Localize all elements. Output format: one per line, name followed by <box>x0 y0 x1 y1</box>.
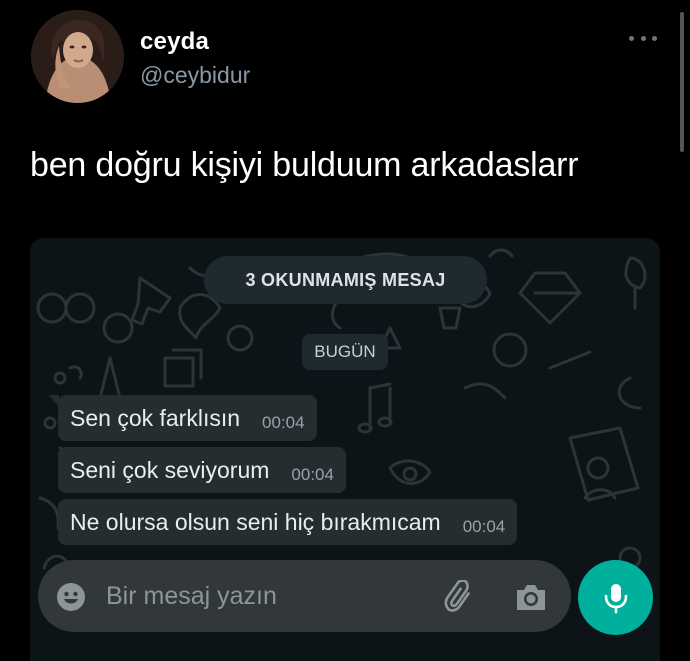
message-bubble[interactable]: Seni çok seviyorum 00:04 <box>58 447 346 493</box>
message-bubble[interactable]: Ne olursa olsun seni hiç bırakmıcam 00:0… <box>58 499 518 545</box>
chat-screenshot[interactable]: 3 OKUNMAMIŞ MESAJ BUGÜN Sen çok farklısı… <box>30 238 660 661</box>
message-time: 00:04 <box>462 517 506 536</box>
message-text: Sen çok farklısın <box>70 404 241 431</box>
paperclip-icon[interactable] <box>443 580 477 614</box>
scrollbar[interactable] <box>680 12 684 152</box>
avatar[interactable] <box>31 10 124 103</box>
mic-button[interactable] <box>578 560 653 635</box>
unread-messages-banner: 3 OKUNMAMIŞ MESAJ <box>204 256 487 304</box>
microphone-icon <box>604 583 627 613</box>
message-text: Ne olursa olsun seni hiç bırakmıcam <box>70 508 441 535</box>
message-time: 00:04 <box>262 413 305 432</box>
display-name[interactable]: ceyda <box>140 28 209 56</box>
emoji-icon[interactable] <box>56 582 86 612</box>
message-text: Seni çok seviyorum <box>70 456 270 483</box>
tweet-text: ben doğru kişiyi bulduum arkadaslarr <box>30 146 579 184</box>
message-time: 00:04 <box>291 465 334 484</box>
date-divider: BUGÜN <box>302 334 388 370</box>
message-composer[interactable] <box>38 560 571 632</box>
profile-photo-icon <box>31 10 124 103</box>
user-handle[interactable]: @ceybidur <box>140 62 250 89</box>
camera-icon[interactable] <box>514 582 548 612</box>
message-input[interactable] <box>106 576 426 616</box>
message-bubble[interactable]: Sen çok farklısın 00:04 <box>49 395 317 441</box>
more-horizontal-icon[interactable] <box>629 28 657 48</box>
